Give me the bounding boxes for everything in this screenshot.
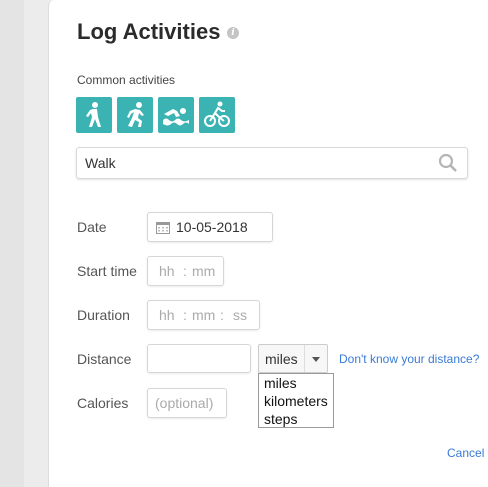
- cyclist-icon: [204, 101, 230, 127]
- unit-option-kilometers[interactable]: kilometers: [259, 392, 333, 410]
- duration-minutes[interactable]: mm: [192, 307, 215, 323]
- distance-unit-dropdown: miles kilometers steps: [258, 373, 334, 428]
- common-activities-row: [76, 97, 235, 133]
- time-separator: :: [220, 307, 224, 323]
- info-icon[interactable]: i: [227, 27, 239, 39]
- log-activities-panel: Log Activities i Common activities Walk …: [48, 0, 488, 487]
- search-icon[interactable]: [438, 153, 458, 173]
- walking-person-icon: [86, 102, 101, 127]
- date-field[interactable]: 10-05-2018: [147, 212, 273, 242]
- duration-hours[interactable]: hh: [159, 307, 175, 323]
- distance-help-link[interactable]: Don't know your distance?: [339, 352, 479, 366]
- cancel-link[interactable]: Cancel: [447, 446, 484, 460]
- activity-swim-button[interactable]: [158, 97, 194, 133]
- duration-label: Duration: [77, 307, 130, 323]
- start-time-field[interactable]: hh : mm: [147, 256, 224, 286]
- chevron-down-icon[interactable]: [304, 345, 327, 372]
- start-time-minutes[interactable]: mm: [192, 263, 215, 279]
- page-title: Log Activities: [77, 19, 221, 44]
- unit-option-miles[interactable]: miles: [259, 374, 333, 392]
- distance-label: Distance: [77, 351, 132, 367]
- swimming-person-icon: [163, 108, 189, 126]
- left-sidebar: [0, 0, 24, 487]
- start-time-label: Start time: [77, 263, 137, 279]
- duration-seconds[interactable]: ss: [233, 307, 247, 323]
- activity-walk-button[interactable]: [76, 97, 112, 133]
- calories-field[interactable]: (optional): [147, 388, 227, 418]
- activity-search-box[interactable]: [76, 147, 468, 179]
- activity-run-button[interactable]: [117, 97, 153, 133]
- duration-field[interactable]: hh : mm : ss: [147, 300, 260, 330]
- calendar-icon: [156, 222, 170, 234]
- calories-label: Calories: [77, 395, 129, 411]
- activity-bike-button[interactable]: [199, 97, 235, 133]
- start-time-hours[interactable]: hh: [159, 263, 175, 279]
- unit-option-steps[interactable]: steps: [259, 410, 333, 428]
- common-activities-label: Common activities: [77, 73, 176, 87]
- calories-placeholder: (optional): [155, 395, 214, 411]
- running-person-icon: [127, 102, 144, 127]
- distance-input[interactable]: [147, 344, 251, 373]
- date-label: Date: [77, 219, 107, 235]
- activity-search-input[interactable]: [83, 148, 427, 178]
- time-separator: :: [183, 263, 187, 279]
- time-separator: :: [183, 307, 187, 323]
- distance-unit-selected: miles: [265, 351, 298, 367]
- date-value: 10-05-2018: [176, 219, 248, 235]
- distance-unit-select[interactable]: miles: [258, 344, 328, 373]
